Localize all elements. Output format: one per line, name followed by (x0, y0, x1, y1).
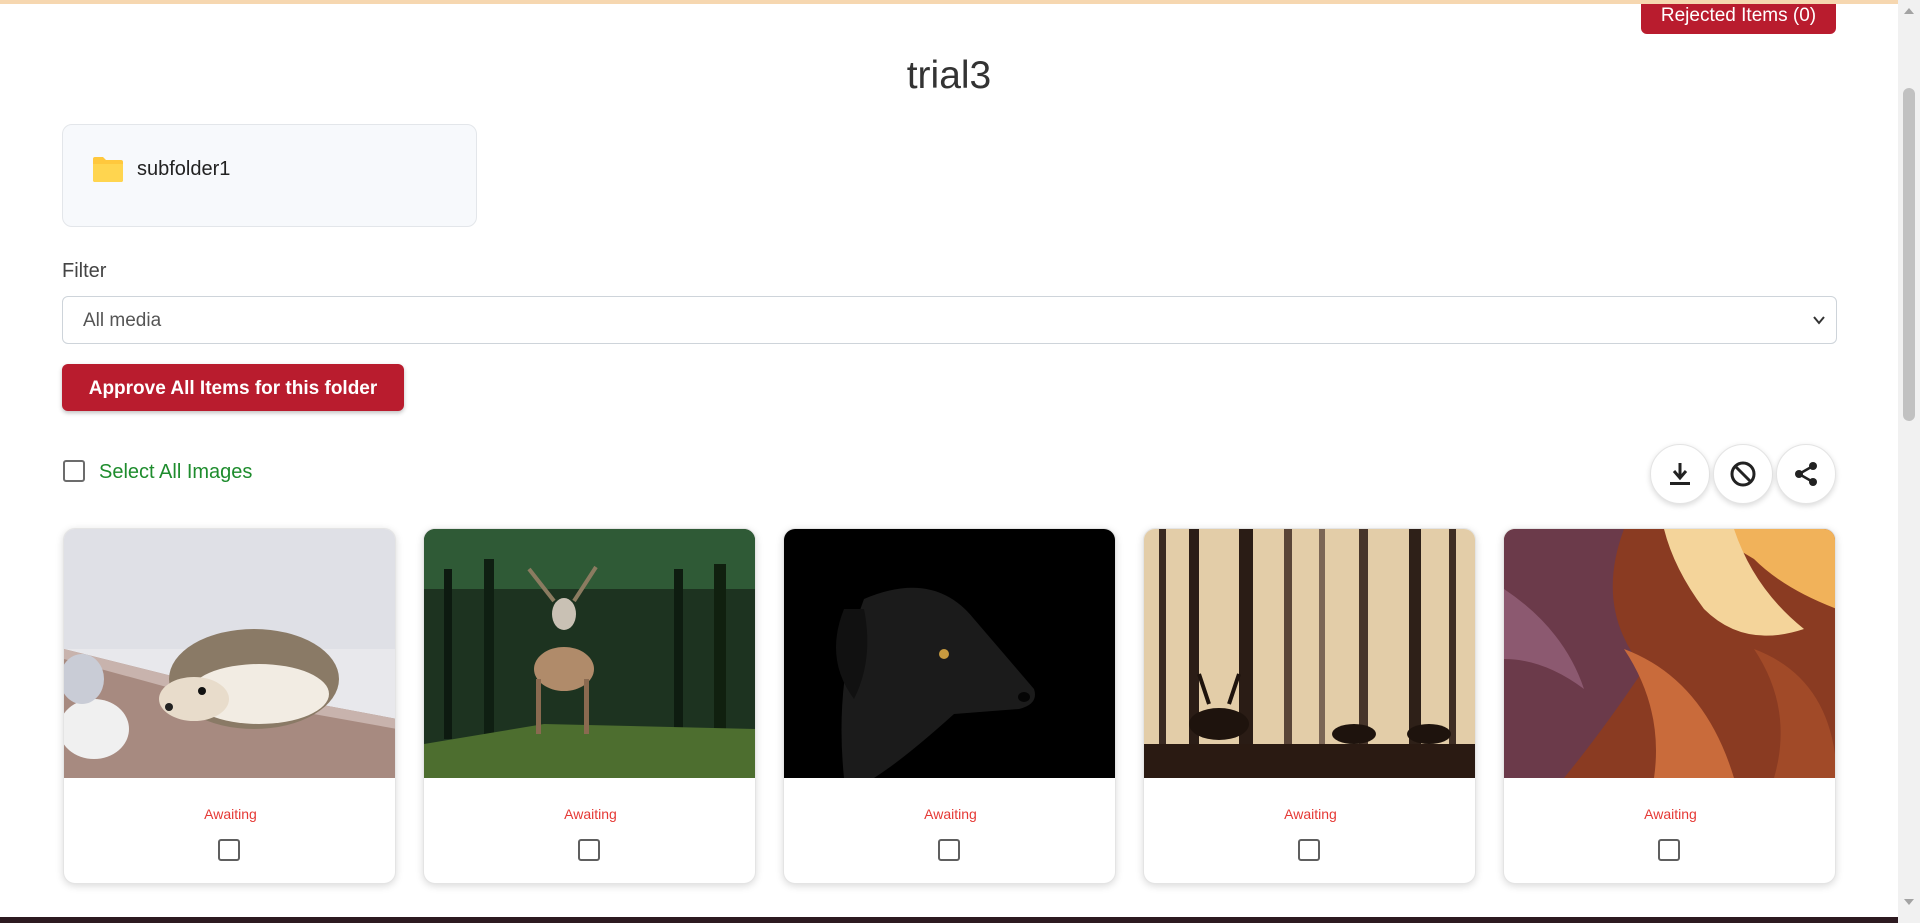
media-card[interactable]: Awaiting (63, 528, 396, 884)
canyon-thumbnail[interactable] (1504, 529, 1836, 778)
item-checkbox[interactable] (938, 839, 960, 861)
share-icon (1795, 462, 1817, 486)
folder-card-subfolder1[interactable]: subfolder1 (62, 124, 477, 227)
reject-button[interactable] (1713, 444, 1773, 504)
bottom-edge (0, 917, 1900, 923)
media-card[interactable]: Awaiting (1503, 528, 1836, 884)
misty-forest-thumbnail[interactable] (1144, 529, 1476, 778)
item-checkbox[interactable] (1658, 839, 1680, 861)
media-card[interactable]: Awaiting (783, 528, 1116, 884)
hedgehog-thumbnail[interactable] (64, 529, 396, 778)
filter-select[interactable]: All media (62, 296, 1837, 344)
item-checkbox[interactable] (218, 839, 240, 861)
select-all-label[interactable]: Select All Images (99, 461, 252, 484)
page-title: trial3 (906, 54, 992, 97)
black-dog-thumbnail[interactable] (784, 529, 1116, 778)
approve-all-button[interactable]: Approve All Items for this folder (62, 364, 404, 411)
item-checkbox[interactable] (578, 839, 600, 861)
status-label: Awaiting (204, 806, 257, 822)
chevron-down-icon (1813, 316, 1825, 325)
media-card[interactable]: Awaiting (1143, 528, 1476, 884)
item-checkbox[interactable] (1298, 839, 1320, 861)
select-all-checkbox[interactable] (63, 460, 85, 482)
share-button[interactable] (1776, 444, 1836, 504)
filter-selected-value: All media (83, 310, 162, 331)
page-content: Rejected Items (0) trial3 subfolder1 Fil… (0, 4, 1898, 917)
folder-name: subfolder1 (137, 158, 231, 180)
scroll-down-icon[interactable] (1904, 899, 1914, 905)
rejected-items-button[interactable]: Rejected Items (0) (1641, 4, 1836, 34)
status-label: Awaiting (564, 806, 617, 822)
status-label: Awaiting (1284, 806, 1337, 822)
status-label: Awaiting (1644, 806, 1697, 822)
block-icon (1730, 461, 1756, 487)
scrollbar-thumb[interactable] (1903, 88, 1915, 421)
media-card[interactable]: Awaiting (423, 528, 756, 884)
scroll-up-icon[interactable] (1904, 8, 1914, 14)
download-button[interactable] (1650, 444, 1710, 504)
status-label: Awaiting (924, 806, 977, 822)
vertical-scrollbar[interactable] (1898, 0, 1920, 923)
download-icon (1670, 463, 1690, 485)
filter-label: Filter (62, 260, 107, 282)
folder-icon (93, 157, 123, 182)
deer-thumbnail[interactable] (424, 529, 756, 778)
